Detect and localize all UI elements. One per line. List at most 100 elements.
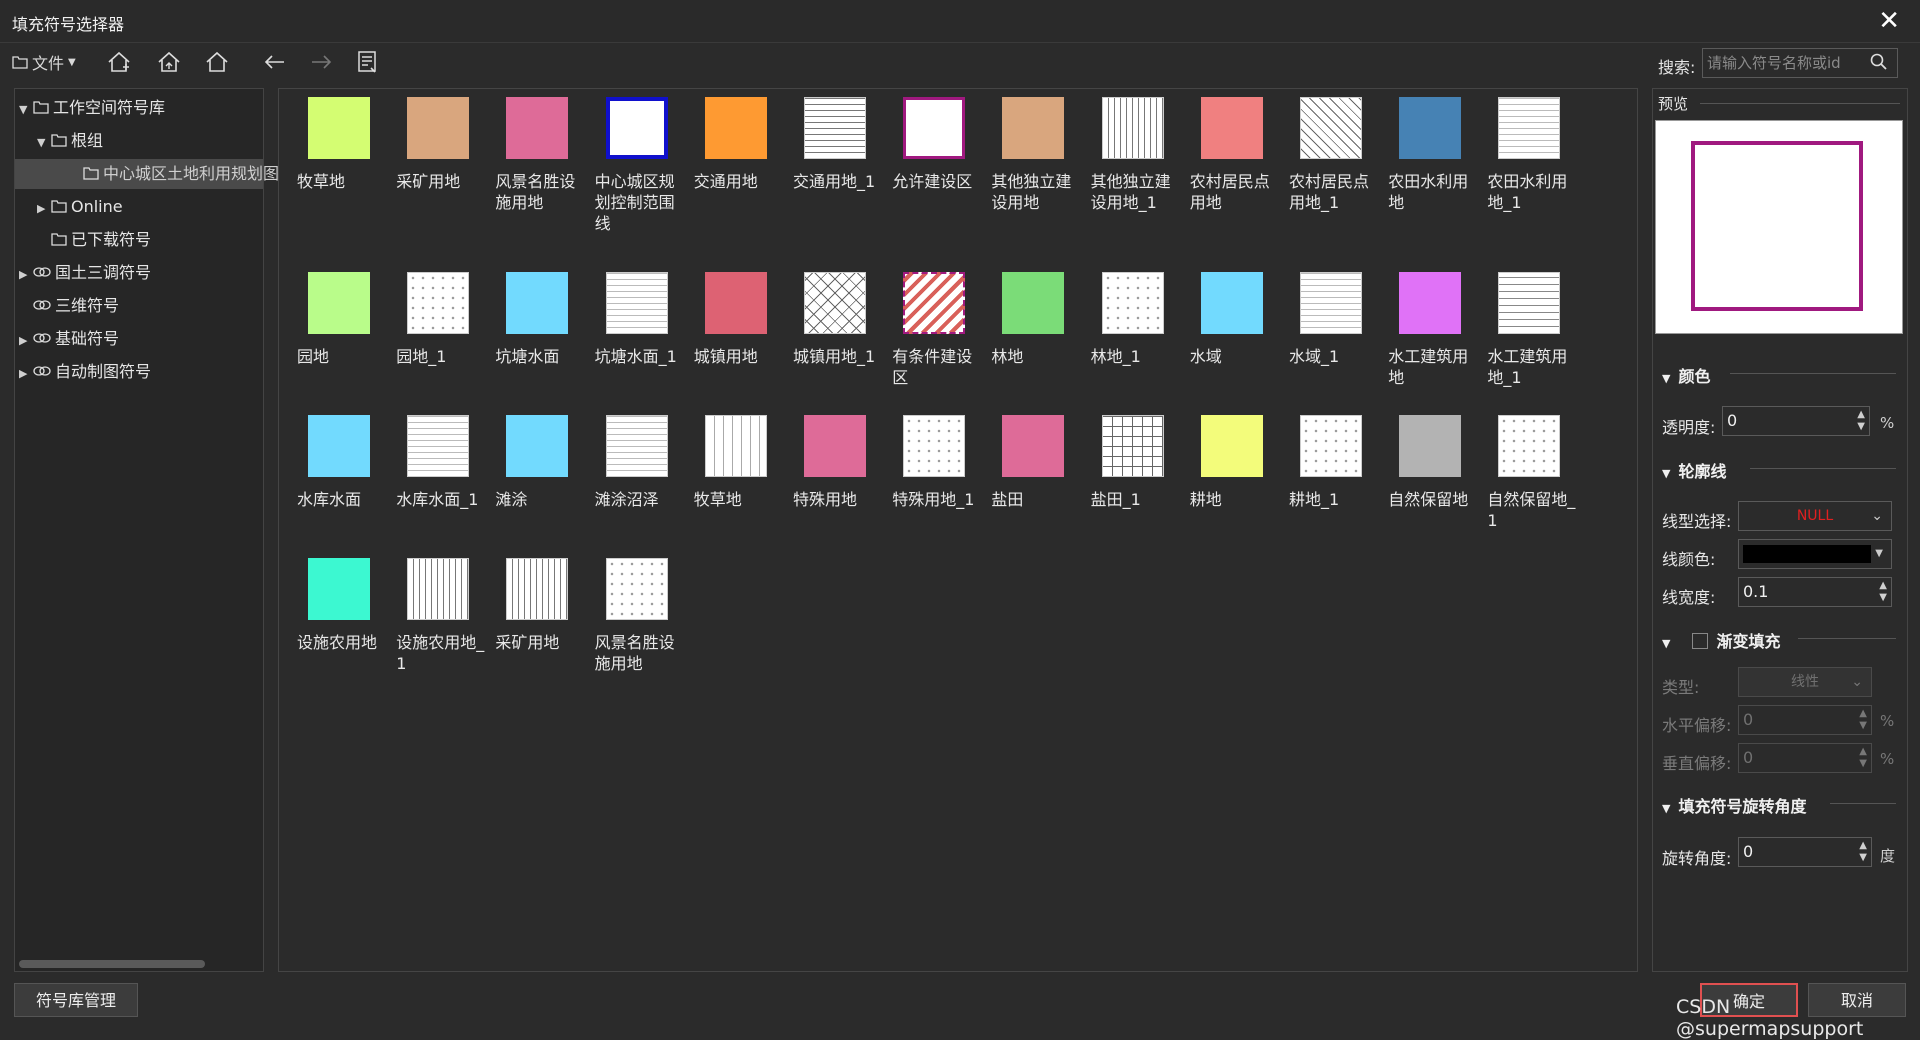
symbol-item[interactable]: 采矿用地 <box>390 97 486 192</box>
forward-button[interactable] <box>308 50 334 74</box>
symbol-label: 风景名胜设施用地 <box>594 633 675 673</box>
symbol-item[interactable]: 自然保留地_1 <box>1481 415 1577 531</box>
spin-arrows-icon[interactable]: ▲ ▼ <box>1859 746 1867 770</box>
symbol-item[interactable]: 林地_1 <box>1085 272 1181 367</box>
file-menu-button[interactable]: 文件 ▼ <box>12 50 76 74</box>
symbol-item[interactable]: 园地 <box>291 272 387 367</box>
symbol-item[interactable]: 水工建筑用地 <box>1382 272 1478 388</box>
v-offset-value: 0 <box>1743 748 1754 767</box>
close-icon[interactable]: ✕ <box>1878 6 1900 36</box>
search-icon[interactable] <box>1870 53 1888 75</box>
line-width-spinbox[interactable]: 0.1 ▲ ▼ <box>1738 577 1892 607</box>
symbol-item[interactable]: 耕地_1 <box>1283 415 1379 510</box>
collapse-triangle-icon[interactable]: ▼ <box>1662 637 1670 650</box>
symbol-item[interactable]: 其他独立建设用地_1 <box>1085 97 1181 213</box>
symbol-item[interactable]: 采矿用地 <box>489 558 585 653</box>
spin-arrows-icon[interactable]: ▲ ▼ <box>1857 409 1865 433</box>
tree-item[interactable]: ▼ 根组 <box>37 126 103 156</box>
symbol-item[interactable]: 滩涂 <box>489 415 585 510</box>
rotation-section-header[interactable]: ▼ 填充符号旋转角度 <box>1662 793 1806 817</box>
symbol-item[interactable]: 盐田_1 <box>1085 415 1181 510</box>
symbol-item[interactable]: 农田水利用地_1 <box>1481 97 1577 213</box>
spin-arrows-icon[interactable]: ▲ ▼ <box>1859 708 1867 732</box>
tree-item[interactable]: ▶ Online <box>37 192 123 222</box>
symbol-label: 盐田 <box>991 490 1024 509</box>
symbol-item[interactable]: 风景名胜设施用地 <box>489 97 585 213</box>
window-title: 填充符号选择器 <box>12 15 125 34</box>
expand-arrow-icon[interactable]: ▼ <box>19 95 33 125</box>
gradient-type-select[interactable]: 线性 ⌄ <box>1738 667 1872 697</box>
symbol-item[interactable]: 自然保留地 <box>1382 415 1478 510</box>
opacity-spinbox[interactable]: 0 ▲ ▼ <box>1722 406 1870 436</box>
symbol-item[interactable]: 风景名胜设施用地 <box>589 558 685 674</box>
tree-item[interactable]: 三维符号 <box>19 291 119 321</box>
rotation-spinbox[interactable]: 0 ▲ ▼ <box>1738 837 1872 867</box>
tree-item[interactable]: 已下载符号 <box>37 225 151 255</box>
collapse-arrow-icon[interactable]: ▶ <box>37 194 51 224</box>
symbol-swatch <box>506 272 569 334</box>
symbol-item[interactable]: 交通用地_1 <box>787 97 883 192</box>
spin-arrows-icon[interactable]: ▲ ▼ <box>1859 840 1867 864</box>
expand-arrow-icon[interactable]: ▼ <box>37 128 51 158</box>
symbol-item[interactable]: 城镇用地_1 <box>787 272 883 367</box>
symbol-item[interactable]: 特殊用地_1 <box>886 415 982 510</box>
symbol-swatch <box>1002 272 1065 334</box>
line-type-select[interactable]: NULL ⌄ <box>1738 501 1892 531</box>
search-input[interactable] <box>1702 48 1898 78</box>
symbol-item[interactable]: 其他独立建设用地 <box>985 97 1081 213</box>
dropdown-arrow-icon: ▼ <box>1875 548 1883 559</box>
symbol-item[interactable]: 特殊用地 <box>787 415 883 510</box>
tree-item[interactable]: ▶ 自动制图符号 <box>19 357 151 387</box>
list-view-button[interactable] <box>356 50 380 74</box>
collapse-arrow-icon[interactable]: ▶ <box>19 260 33 290</box>
gradient-checkbox[interactable] <box>1692 633 1709 649</box>
symbol-item[interactable]: 设施农用地 <box>291 558 387 653</box>
symbol-item[interactable]: 水域_1 <box>1283 272 1379 367</box>
tree-item[interactable]: ▶ 国土三调符号 <box>19 258 151 288</box>
color-section-header[interactable]: ▼ 颜色 <box>1662 363 1710 387</box>
symbol-item[interactable]: 农村居民点用地_1 <box>1283 97 1379 213</box>
symbol-item[interactable]: 设施农用地_1 <box>390 558 486 674</box>
v-offset-spinbox[interactable]: 0 ▲ ▼ <box>1738 743 1872 773</box>
symbol-item[interactable]: 农村居民点用地 <box>1184 97 1280 213</box>
symbol-item[interactable]: 坑塘水面_1 <box>589 272 685 367</box>
symbol-item[interactable]: 盐田 <box>985 415 1081 510</box>
tree-item[interactable]: ▶ 基础符号 <box>19 324 119 354</box>
symbol-item[interactable]: 农田水利用地 <box>1382 97 1478 213</box>
h-offset-spinbox[interactable]: 0 ▲ ▼ <box>1738 705 1872 735</box>
collapse-arrow-icon[interactable]: ▶ <box>19 326 33 356</box>
manage-library-button[interactable]: 符号库管理 <box>14 983 138 1017</box>
link-icon <box>33 259 51 289</box>
symbol-swatch <box>605 558 668 620</box>
home-button[interactable] <box>204 50 230 74</box>
rotation-section-label: 填充符号旋转角度 <box>1678 797 1807 816</box>
symbol-item[interactable]: 牧草地 <box>688 415 784 510</box>
symbol-item[interactable]: 滩涂沼泽 <box>589 415 685 510</box>
collapse-arrow-icon[interactable]: ▶ <box>19 359 33 389</box>
home-add-button[interactable] <box>106 50 132 74</box>
symbol-item[interactable]: 中心城区规划控制范围线 <box>589 97 685 234</box>
tree-item[interactable]: 中心城区土地利用规划图 <box>55 159 279 189</box>
line-color-picker[interactable]: ▼ <box>1738 539 1892 569</box>
symbol-item[interactable]: 允许建设区 <box>886 97 982 192</box>
symbol-item[interactable]: 水库水面_1 <box>390 415 486 510</box>
tree-item-label: 三维符号 <box>55 296 120 315</box>
symbol-item[interactable]: 交通用地 <box>688 97 784 192</box>
symbol-item[interactable]: 水工建筑用地_1 <box>1481 272 1577 388</box>
symbol-item[interactable]: 耕地 <box>1184 415 1280 510</box>
symbol-item[interactable]: 有条件建设区 <box>886 272 982 388</box>
symbol-item[interactable]: 坑塘水面 <box>489 272 585 367</box>
outline-section-header[interactable]: ▼ 轮廓线 <box>1662 458 1726 482</box>
symbol-item[interactable]: 园地_1 <box>390 272 486 367</box>
symbol-item[interactable]: 牧草地 <box>291 97 387 192</box>
tree-item[interactable]: ▼ 工作空间符号库 <box>19 93 165 123</box>
symbol-swatch <box>1101 272 1164 334</box>
spin-arrows-icon[interactable]: ▲ ▼ <box>1879 580 1887 604</box>
home-up-button[interactable] <box>156 50 182 74</box>
symbol-item[interactable]: 水库水面 <box>291 415 387 510</box>
symbol-item[interactable]: 水域 <box>1184 272 1280 367</box>
horizontal-scrollbar[interactable] <box>19 960 205 968</box>
symbol-item[interactable]: 城镇用地 <box>688 272 784 367</box>
back-button[interactable] <box>262 50 288 74</box>
symbol-item[interactable]: 林地 <box>985 272 1081 367</box>
